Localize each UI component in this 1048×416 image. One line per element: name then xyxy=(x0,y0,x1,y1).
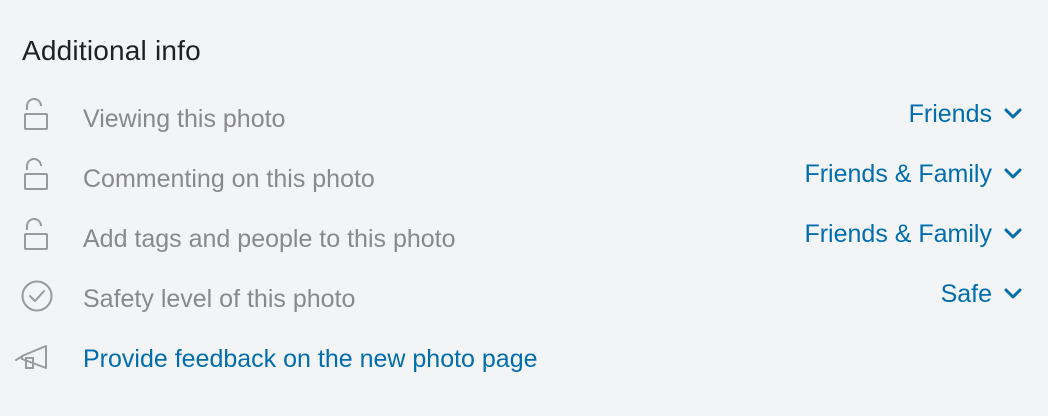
section-title: Additional info xyxy=(22,35,201,66)
viewing-label: Viewing this photo xyxy=(83,105,286,133)
tags-label: Add tags and people to this photo xyxy=(83,225,456,253)
permission-row-tags: Add tags and people to this photo Friend… xyxy=(0,216,1048,260)
lock-open-icon xyxy=(18,216,58,260)
safety-label: Safety level of this photo xyxy=(83,285,356,313)
tags-permission-dropdown[interactable]: Friends & Family xyxy=(804,218,1022,250)
chevron-down-icon xyxy=(1004,228,1022,239)
safety-level-value[interactable]: Safe xyxy=(941,278,992,310)
permission-row-viewing: Viewing this photo Friends xyxy=(0,96,1048,140)
lock-open-icon xyxy=(18,156,58,200)
chevron-down-icon xyxy=(1004,288,1022,299)
viewing-permission-value[interactable]: Friends xyxy=(909,98,992,130)
feedback-row: Provide feedback on the new photo page xyxy=(0,336,1048,380)
tags-permission-value[interactable]: Friends & Family xyxy=(804,218,992,250)
lock-open-icon xyxy=(18,96,58,140)
permission-row-commenting: Commenting on this photo Friends & Famil… xyxy=(0,156,1048,200)
chevron-down-icon xyxy=(1004,168,1022,179)
megaphone-icon xyxy=(12,336,52,380)
viewing-permission-dropdown[interactable]: Friends xyxy=(909,98,1022,130)
check-circle-icon xyxy=(18,276,58,320)
safety-level-dropdown[interactable]: Safe xyxy=(941,278,1022,310)
commenting-permission-value[interactable]: Friends & Family xyxy=(804,158,992,190)
commenting-permission-dropdown[interactable]: Friends & Family xyxy=(804,158,1022,190)
feedback-link[interactable]: Provide feedback on the new photo page xyxy=(83,343,538,375)
chevron-down-icon xyxy=(1004,108,1022,119)
permission-row-safety: Safety level of this photo Safe xyxy=(0,276,1048,320)
commenting-label: Commenting on this photo xyxy=(83,165,375,193)
